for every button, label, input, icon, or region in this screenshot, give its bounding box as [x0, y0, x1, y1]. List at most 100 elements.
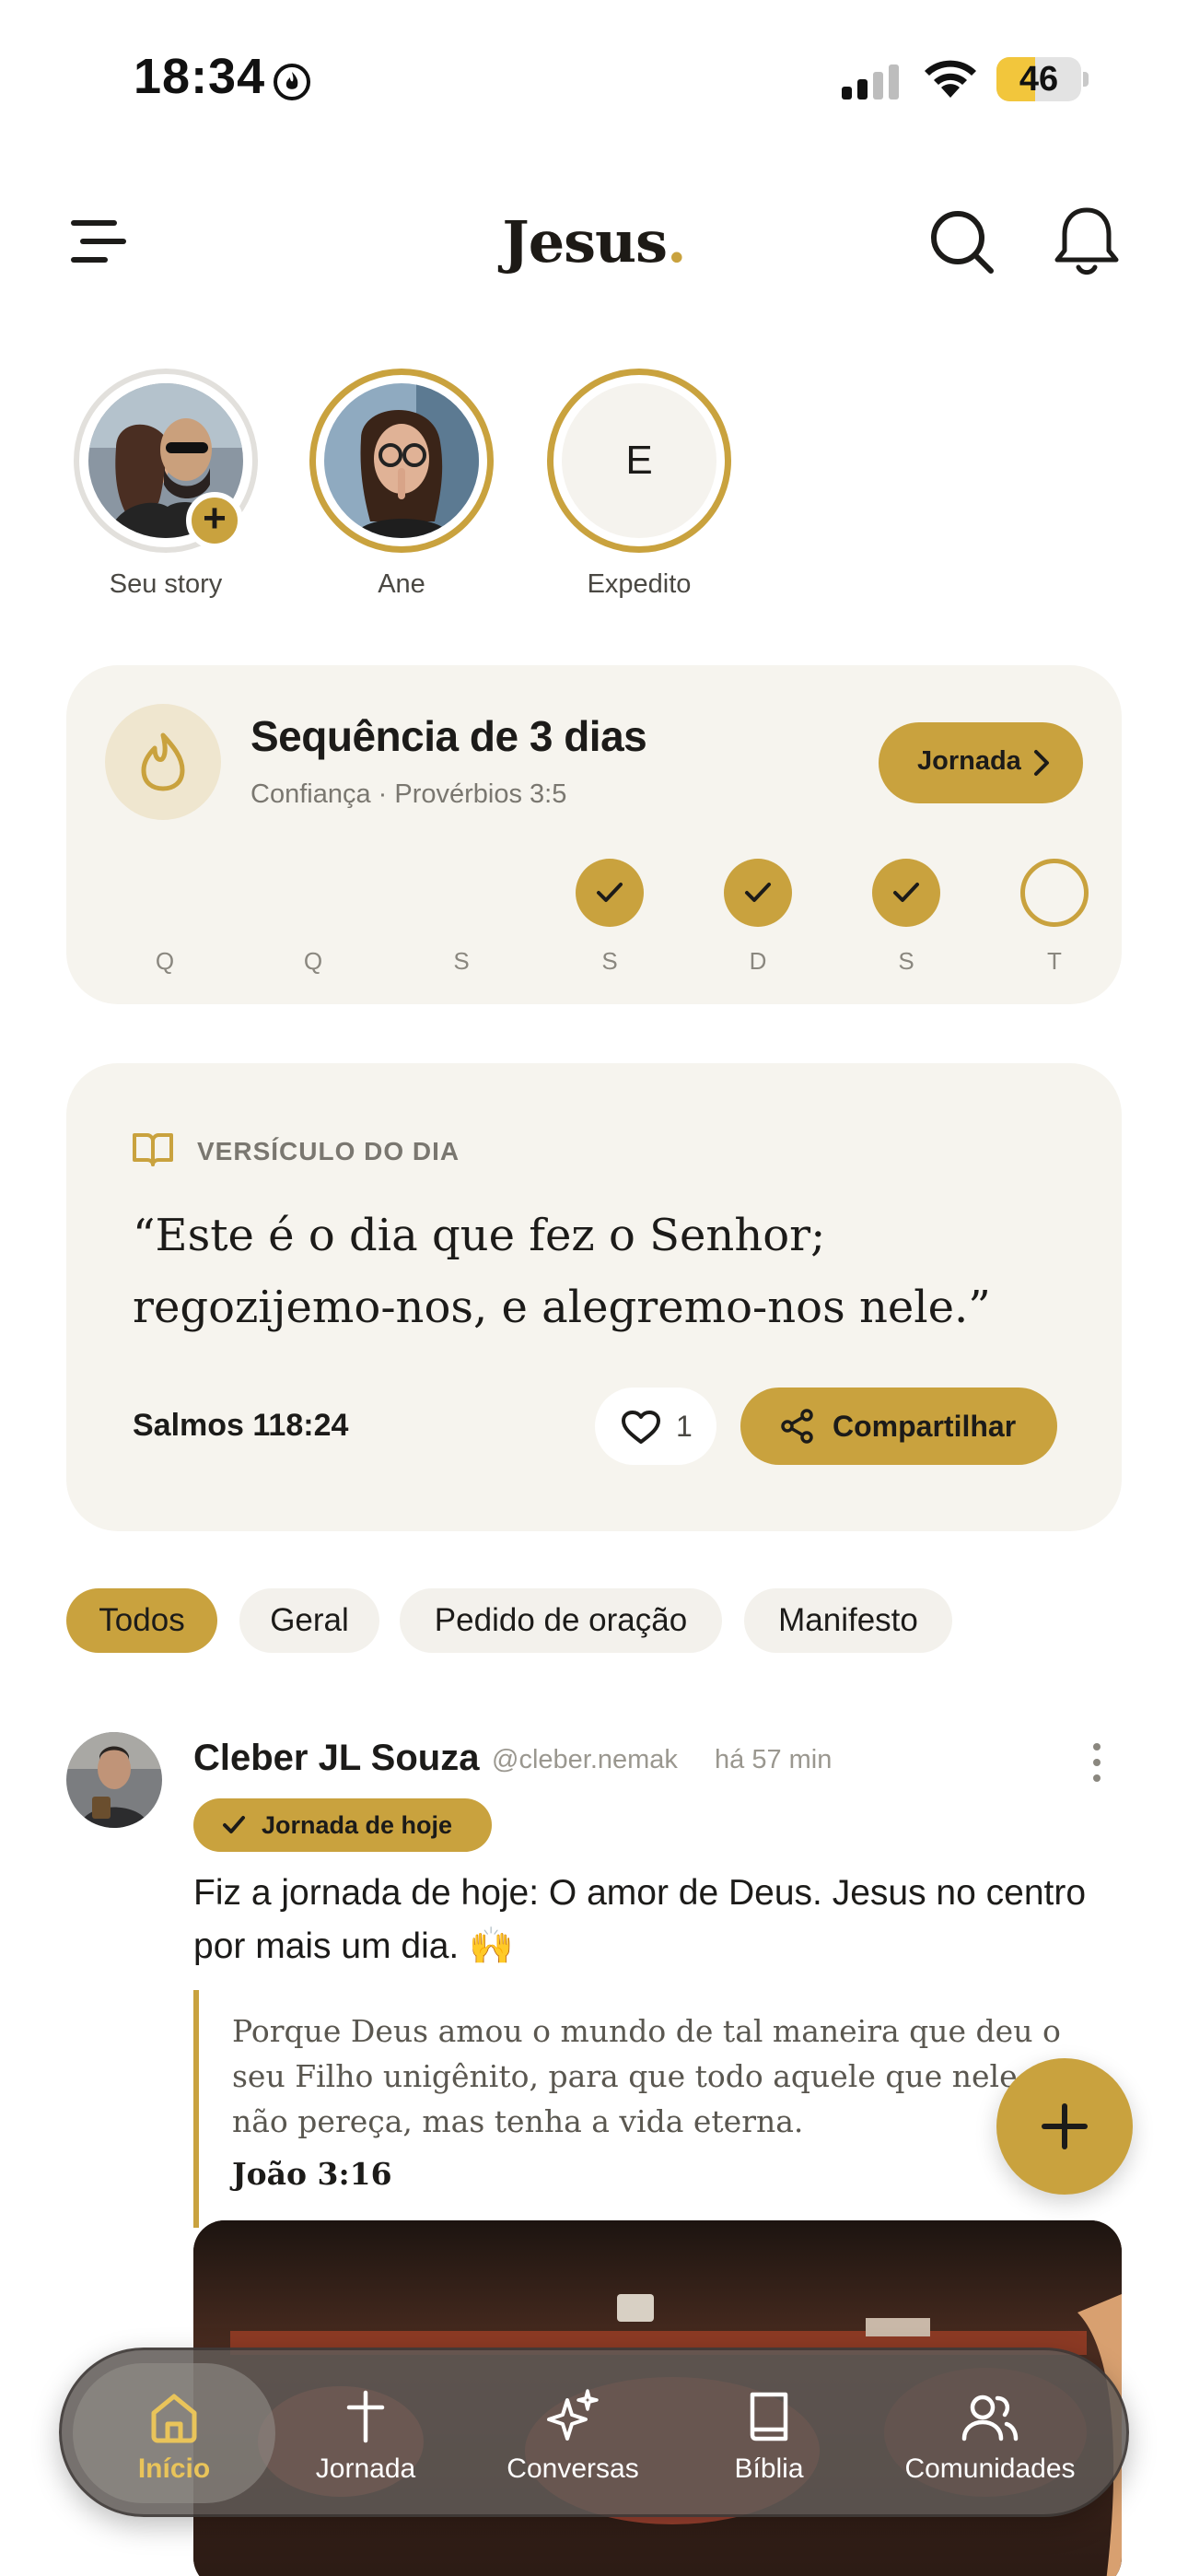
journey-badge: Jornada de hoje — [193, 1798, 492, 1852]
tab-label: Início — [137, 2453, 211, 2484]
check-icon — [745, 883, 771, 902]
streak-days: QQSSDST — [66, 859, 1122, 978]
check-icon — [893, 883, 919, 902]
story-initial: E — [562, 383, 716, 538]
check-icon — [597, 883, 623, 902]
bottom-tab-bar: Início Jornada Conversas Bíblia Comunida… — [59, 2348, 1129, 2517]
post-author-name[interactable]: Cleber JL Souza — [193, 1738, 479, 1779]
post-timestamp: há 57 min — [715, 1745, 833, 1774]
day-pending-circle — [1020, 859, 1089, 927]
day-complete-circle — [576, 859, 644, 927]
streak-flame-badge — [105, 704, 221, 820]
status-time: 18:34 — [134, 49, 266, 104]
app-screen: 18:34 46 Jesus. + Seu story Ane E Expedi… — [0, 0, 1188, 2576]
tab-label: Jornada — [315, 2453, 416, 2484]
journey-button[interactable]: Jornada — [879, 722, 1083, 803]
streak-day: S — [856, 859, 957, 978]
tab-comunidades[interactable]: Comunidades — [865, 2363, 1115, 2503]
post-body: Fiz a jornada de hoje: O amor de Deus. J… — [193, 1873, 1087, 1966]
battery-level: 46 — [1019, 60, 1059, 99]
post-quote: Porque Deus amou o mundo de tal maneira … — [193, 1990, 1124, 2228]
share-button-label: Compartilhar — [833, 1410, 1017, 1443]
streak-title: Sequência de 3 dias — [250, 712, 647, 760]
battery-indicator: 46 — [996, 57, 1089, 101]
verse-reference: Salmos 118:24 — [133, 1408, 349, 1443]
tab-label: Bíblia — [734, 2453, 804, 2484]
search-icon[interactable] — [925, 205, 998, 278]
battery-body: 46 — [996, 57, 1081, 101]
day-letter: T — [1047, 947, 1062, 975]
book-icon — [750, 2392, 788, 2441]
story-expedito[interactable]: E Expedito — [538, 369, 740, 608]
stories-row: + Seu story Ane E Expedito — [0, 369, 1188, 608]
share-button[interactable]: Compartilhar — [740, 1388, 1057, 1465]
quote-reference: João 3:16 — [232, 2156, 392, 2192]
app-title-dot: . — [667, 208, 687, 275]
battery-cap — [1083, 72, 1089, 87]
day-letter: S — [601, 947, 618, 975]
heart-icon — [622, 1411, 660, 1444]
chip-geral[interactable]: Geral — [239, 1588, 379, 1653]
check-icon — [223, 1816, 245, 1833]
day-letter: S — [898, 947, 914, 975]
streak-day: S — [559, 859, 660, 978]
streak-day: Q — [262, 859, 364, 978]
flame-status-icon — [274, 64, 310, 100]
plus-icon — [1042, 2103, 1088, 2149]
chip-pedido-de-oracao[interactable]: Pedido de oração — [400, 1588, 722, 1653]
home-icon — [151, 2394, 197, 2443]
story-name: Ane — [378, 569, 425, 599]
tab-label: Conversas — [507, 2453, 639, 2484]
streak-day: Q — [114, 859, 215, 978]
status-bar: 18:34 46 — [0, 0, 1188, 157]
day-complete-circle — [724, 859, 792, 927]
tab-label: Comunidades — [904, 2453, 1076, 2484]
tab-conversas[interactable]: Conversas — [472, 2363, 673, 2503]
post-author-avatar[interactable] — [66, 1732, 162, 1828]
add-story-button[interactable]: + — [186, 492, 243, 549]
quote-text: Porque Deus amou o mundo de tal maneira … — [232, 2013, 1077, 2139]
tab-biblia[interactable]: Bíblia — [695, 2363, 843, 2503]
story-own[interactable]: + Seu story — [64, 369, 267, 608]
share-icon — [781, 1409, 813, 1444]
more-options-icon[interactable] — [1083, 1739, 1111, 1786]
verse-of-day-card: VERSÍCULO DO DIA “Este é o dia que fez o… — [66, 1063, 1122, 1531]
verse-label: VERSÍCULO DO DIA — [197, 1137, 460, 1165]
story-avatar-photo — [324, 383, 479, 538]
streak-day: D — [707, 859, 809, 978]
bell-icon[interactable] — [1050, 203, 1124, 280]
filter-chips: Todos Geral Pedido de oração Manifesto — [66, 1588, 1122, 1655]
post-author-handle: @cleber.nemak — [492, 1745, 678, 1774]
streak-day: S — [411, 859, 512, 978]
story-name: Seu story — [109, 569, 223, 599]
tab-jornada[interactable]: Jornada — [281, 2363, 450, 2503]
sparkles-icon — [547, 2389, 599, 2441]
tab-inicio[interactable]: Início — [73, 2363, 275, 2503]
cross-icon — [346, 2390, 385, 2443]
wifi-icon — [925, 60, 976, 98]
streak-subtitle: Confiança · Provérbios 3:5 — [250, 779, 567, 809]
chip-manifesto[interactable]: Manifesto — [744, 1588, 952, 1653]
app-header: Jesus. — [0, 184, 1188, 304]
users-icon — [961, 2395, 1019, 2441]
chip-todos[interactable]: Todos — [66, 1588, 217, 1653]
day-letter: Q — [303, 947, 323, 975]
verse-text: “Este é o dia que fez o Senhor; regozije… — [133, 1210, 991, 1333]
chevron-right-icon — [1034, 750, 1049, 776]
streak-card[interactable]: Sequência de 3 dias Confiança · Provérbi… — [66, 665, 1122, 1004]
day-letter: Q — [155, 947, 175, 975]
day-complete-circle — [872, 859, 940, 927]
story-ane[interactable]: Ane — [300, 369, 503, 608]
flame-icon — [141, 732, 185, 791]
create-post-button[interactable] — [996, 2058, 1133, 2195]
story-name: Expedito — [587, 569, 692, 599]
app-title: Jesus. — [0, 208, 1188, 275]
badge-label: Jornada de hoje — [262, 1811, 453, 1839]
journey-button-label: Jornada — [917, 746, 1021, 776]
cellular-signal-icon — [842, 64, 899, 100]
day-letter: S — [453, 947, 470, 975]
like-button[interactable]: 1 — [595, 1388, 716, 1465]
book-open-icon — [133, 1133, 173, 1166]
day-letter: D — [749, 947, 767, 975]
like-count: 1 — [676, 1410, 693, 1443]
